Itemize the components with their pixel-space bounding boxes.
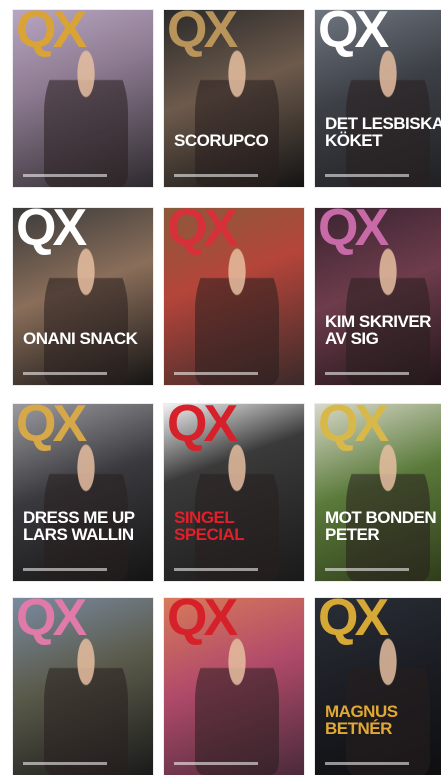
cover-text-strip	[23, 568, 107, 571]
cover-text-strip	[325, 174, 409, 177]
cover-headline: MAGNUS BETNÉR	[325, 702, 398, 738]
qx-logo: QX	[318, 208, 389, 257]
cover-text-strip	[23, 372, 107, 375]
qx-logo: QX	[167, 10, 238, 59]
cover-person-figure	[43, 48, 128, 187]
cover-person-figure	[194, 246, 279, 385]
cover-text-strip	[325, 372, 409, 375]
magazine-cover-4[interactable]: QX ONANI SNACK	[13, 208, 153, 385]
cover-headline: ONANI SNACK	[23, 329, 138, 348]
magazine-cover-12[interactable]: QX MAGNUS BETNÉR	[315, 598, 441, 775]
qx-logo: QX	[167, 598, 238, 647]
qx-logo: QX	[318, 10, 389, 59]
cover-headline: SINGEL SPECIAL	[174, 508, 245, 544]
cover-person-figure	[194, 636, 279, 775]
cover-person-figure	[43, 246, 128, 385]
cover-person-figure	[194, 48, 279, 187]
cover-text-strip	[23, 762, 107, 765]
cover-text-strip	[23, 174, 107, 177]
cover-text-strip	[174, 174, 258, 177]
cover-text-strip	[174, 762, 258, 765]
magazine-cover-9[interactable]: QX MOT BONDEN PETER	[315, 404, 441, 581]
magazine-cover-8[interactable]: QX SINGEL SPECIAL	[164, 404, 304, 581]
qx-logo: QX	[16, 404, 87, 453]
qx-logo: QX	[318, 598, 389, 647]
qx-logo: QX	[16, 598, 87, 647]
qx-logo: QX	[318, 404, 389, 453]
magazine-cover-7[interactable]: QX DRESS ME UP LARS WALLIN	[13, 404, 153, 581]
magazine-cover-10[interactable]: QX	[13, 598, 153, 775]
qx-logo: QX	[16, 208, 87, 257]
magazine-cover-5[interactable]: QX	[164, 208, 304, 385]
cover-text-strip	[174, 568, 258, 571]
magazine-cover-3[interactable]: QX DET LESBISKA KÖKET	[315, 10, 441, 187]
qx-logo: QX	[167, 208, 238, 257]
cover-person-figure	[43, 636, 128, 775]
qx-logo: QX	[167, 404, 238, 453]
cover-headline: DRESS ME UP LARS WALLIN	[23, 508, 135, 544]
cover-text-strip	[325, 568, 409, 571]
cover-text-strip	[325, 762, 409, 765]
cover-headline: SCORUPCO	[174, 131, 269, 150]
magazine-cover-11[interactable]: QX	[164, 598, 304, 775]
magazine-cover-2[interactable]: QX SCORUPCO	[164, 10, 304, 187]
cover-text-strip	[174, 372, 258, 375]
qx-logo: QX	[16, 10, 87, 59]
magazine-cover-grid: { "covers": [ {"logo": "QX", "logo_color…	[0, 0, 441, 775]
cover-headline: KIM SKRIVER AV SIG	[325, 312, 431, 348]
magazine-cover-1[interactable]: QX	[13, 10, 153, 187]
magazine-cover-6[interactable]: QX KIM SKRIVER AV SIG	[315, 208, 441, 385]
cover-headline: MOT BONDEN PETER	[325, 508, 437, 544]
cover-headline: DET LESBISKA KÖKET	[325, 114, 441, 150]
